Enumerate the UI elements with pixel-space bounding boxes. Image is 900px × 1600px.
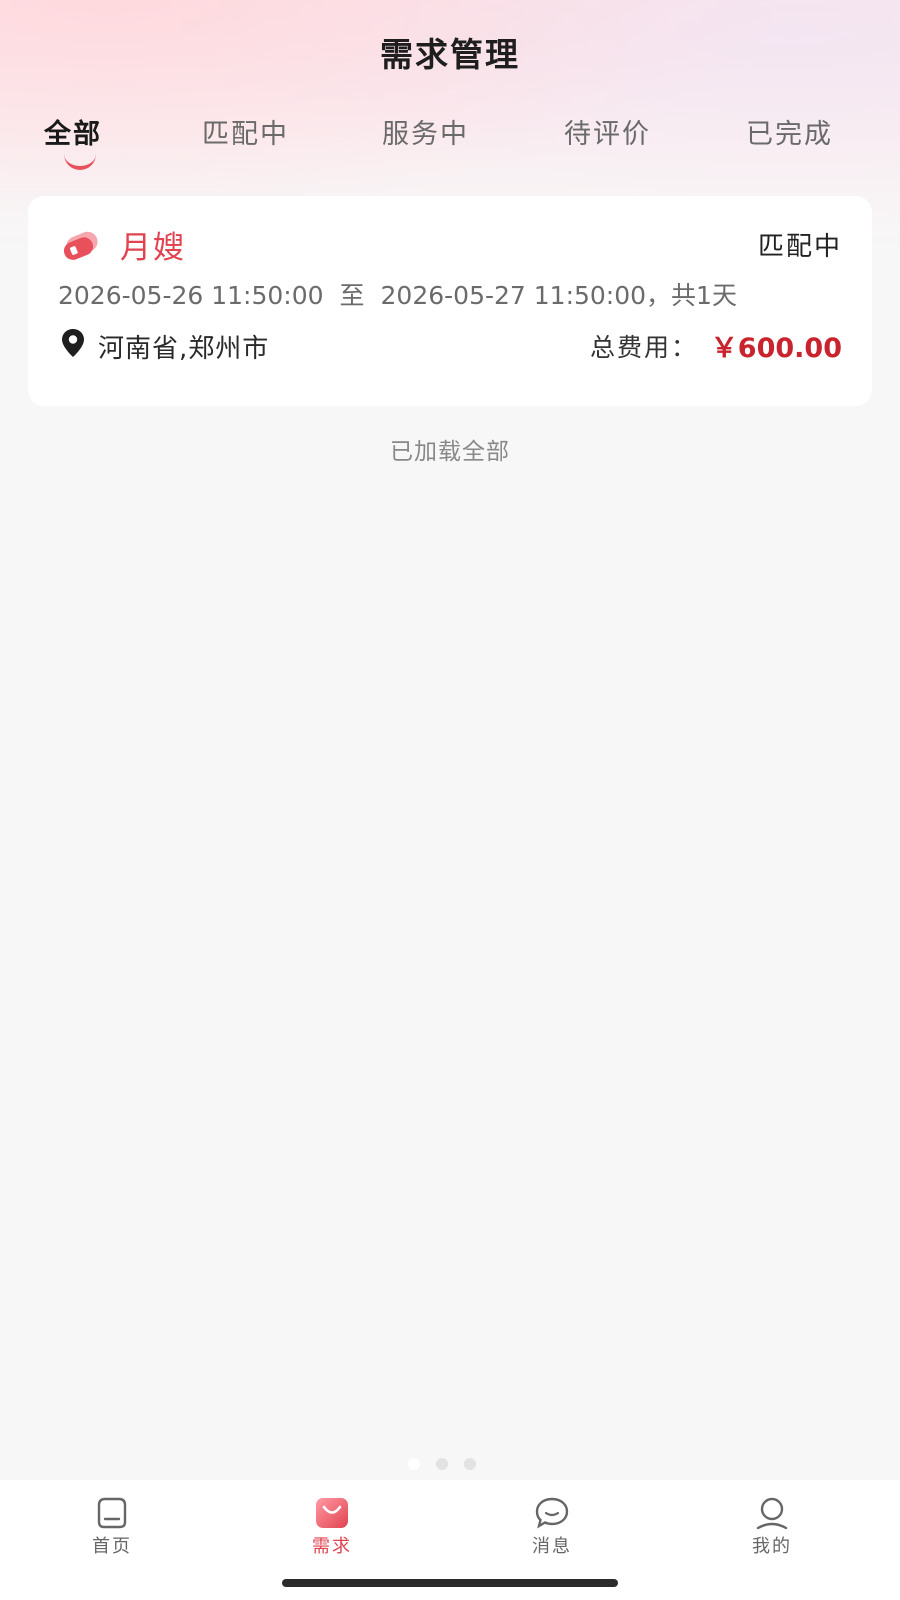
bag-icon: [316, 1498, 348, 1528]
page-dot: [464, 1458, 476, 1470]
nav-home-label: 首页: [92, 1536, 132, 1557]
list-end-hint: 已加载全部: [390, 439, 510, 465]
nav-requirements-label: 需求: [312, 1536, 352, 1557]
user-icon: [756, 1497, 788, 1530]
nav-messages-label: 消息: [532, 1536, 572, 1557]
nav-profile[interactable]: 我的: [712, 1480, 832, 1570]
order-card[interactable]: 月嫂 匹配中 2026-05-26 11:50:00 至 2026-05-27 11…: [28, 196, 872, 406]
service-name: 月嫂: [120, 230, 186, 266]
tab-in-service[interactable]: 服务中: [382, 112, 469, 151]
page-dot: [436, 1458, 448, 1470]
tab-pending-review[interactable]: 待评价: [564, 112, 651, 151]
service-tag-icon: [63, 231, 98, 260]
duration: ，共1天: [646, 281, 737, 310]
page-dot-active: [408, 1458, 420, 1470]
home-icon: [97, 1497, 127, 1529]
total-fee-value: ￥600.00: [710, 333, 842, 364]
service-period: 2026-05-26 11:50:00 至 2026-05-27 11:50:00，…: [58, 276, 737, 312]
home-indicator[interactable]: [282, 1579, 618, 1587]
nav-messages[interactable]: 消息: [492, 1480, 612, 1570]
start-time: 2026-05-26 11:50:00: [58, 281, 324, 310]
nav-profile-label: 我的: [752, 1536, 792, 1557]
tab-all[interactable]: 全部: [44, 112, 102, 151]
tab-bar: 全部 匹配中 服务中 待评价 已完成: [0, 112, 900, 172]
order-status: 匹配中: [757, 232, 842, 262]
total-fee-label: 总费用：: [589, 333, 698, 362]
nav-requirements[interactable]: 需求: [272, 1480, 392, 1570]
tab-matching[interactable]: 匹配中: [202, 112, 289, 151]
range-separator: 至: [339, 281, 365, 310]
tab-completed[interactable]: 已完成: [746, 112, 833, 151]
chat-bubble-icon: [535, 1497, 569, 1529]
nav-home[interactable]: 首页: [52, 1480, 172, 1570]
page-title: 需求管理: [380, 35, 520, 74]
location-pin-icon: [62, 329, 84, 357]
location-text: 河南省,郑州市: [98, 334, 270, 364]
end-time: 2026-05-27 11:50:00: [380, 281, 647, 310]
